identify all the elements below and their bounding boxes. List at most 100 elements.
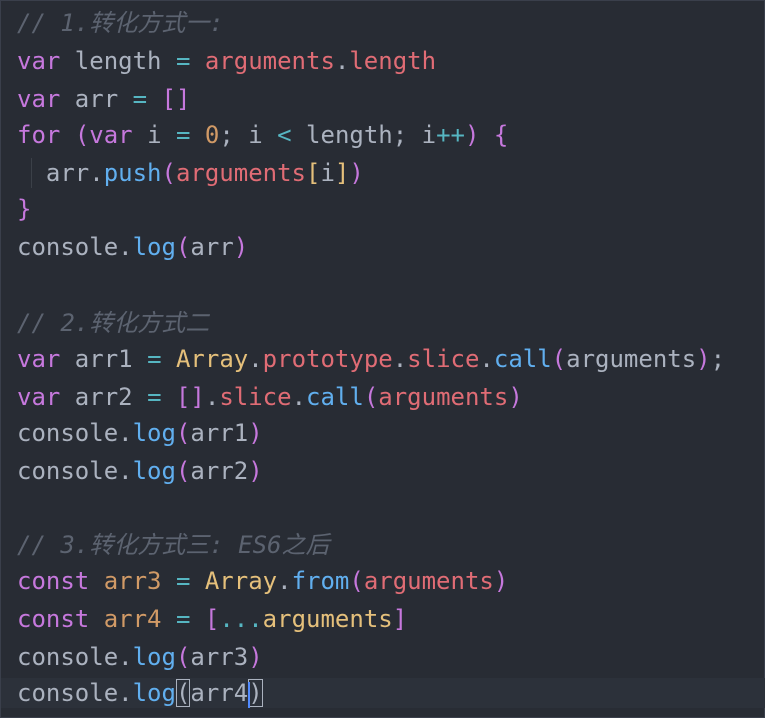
code-token: ; i	[219, 121, 278, 149]
code-line[interactable]: console.log(arr3)	[17, 642, 263, 672]
code-line[interactable]: console.log(arr1)	[17, 418, 263, 448]
code-token: length	[349, 47, 437, 75]
code-token: (	[175, 419, 191, 447]
code-line[interactable]: var length = arguments.length	[17, 46, 436, 76]
code-token: var	[17, 47, 61, 75]
code-token: .	[118, 679, 133, 707]
code-token: log	[132, 643, 176, 671]
code-token: []	[175, 383, 205, 411]
code-token: slice	[219, 383, 292, 411]
code-token: console	[17, 643, 119, 671]
code-token: // 1.转化方式一:	[17, 9, 224, 37]
code-line[interactable]: var arr2 = [].slice.call(arguments)	[17, 382, 523, 412]
code-line[interactable]: console.log(arr)	[17, 232, 248, 262]
code-token: )	[493, 567, 509, 595]
code-token: .	[118, 419, 133, 447]
code-line[interactable]: // 1.转化方式一:	[17, 8, 224, 38]
code-token: {	[493, 121, 509, 149]
code-token: arr	[17, 159, 90, 187]
code-token: console	[17, 419, 119, 447]
code-token: .	[248, 345, 263, 373]
code-token: arr1	[190, 419, 249, 447]
code-token: arr4	[190, 679, 249, 707]
code-token: =	[175, 567, 191, 595]
code-line[interactable]: // 2.转化方式二	[17, 308, 209, 338]
code-line[interactable]: var arr = []	[17, 84, 190, 114]
code-token: var	[17, 383, 61, 411]
code-token: const	[17, 567, 90, 595]
code-token: [	[306, 159, 321, 187]
code-token: .	[118, 643, 133, 671]
code-token: []	[161, 85, 191, 113]
code-line[interactable]: arr.push(arguments[i])	[17, 158, 364, 188]
code-line[interactable]: var arr1 = Array.prototype.slice.call(ar…	[17, 344, 725, 374]
code-token: (	[74, 121, 90, 149]
code-token: arguments	[378, 383, 509, 411]
code-token: console	[17, 457, 119, 485]
code-token: console	[17, 233, 119, 261]
code-token: ;	[710, 345, 726, 373]
code-token: (	[175, 679, 191, 707]
code-token: arr1	[60, 345, 148, 373]
code-token: )	[508, 383, 523, 411]
code-token: arr3	[190, 643, 249, 671]
code-token: ++	[436, 121, 465, 149]
code-token: length	[60, 47, 176, 75]
code-token: // 3.转化方式三: ES6之后	[17, 531, 330, 559]
code-line[interactable]: // 3.转化方式三: ES6之后	[17, 530, 330, 560]
code-editor[interactable]: // 1.转化方式一: var length = arguments.length…	[0, 0, 765, 718]
code-token: )	[696, 345, 711, 373]
code-token: (	[161, 159, 176, 187]
code-token: }	[17, 195, 32, 223]
code-token: ]	[392, 605, 408, 633]
code-token: )	[233, 233, 249, 261]
code-token: Array	[175, 345, 249, 373]
code-token: log	[132, 233, 176, 261]
code-token: =	[147, 383, 162, 411]
code-token: call	[306, 383, 364, 411]
code-line[interactable]: console.log(arr2)	[17, 456, 263, 486]
code-token: arr4	[103, 605, 162, 633]
code-token: =	[175, 605, 191, 633]
code-token: )	[349, 159, 364, 187]
code-line[interactable]: }	[17, 194, 31, 224]
code-token: =	[132, 85, 148, 113]
code-token: .	[291, 383, 307, 411]
code-token: .	[392, 345, 408, 373]
code-token: arr2	[190, 457, 249, 485]
code-token: =	[175, 121, 191, 149]
code-token: )	[248, 419, 263, 447]
code-token: .	[118, 233, 133, 261]
code-token: for	[17, 121, 61, 149]
code-line[interactable]: console.log(arr4)	[1, 678, 765, 708]
code-token: console	[17, 679, 119, 707]
code-token: Array	[204, 567, 278, 595]
code-line[interactable]: const arr3 = Array.from(arguments)	[17, 566, 508, 596]
code-token: log	[132, 457, 176, 485]
code-line[interactable]: const arr4 = [...arguments]	[17, 604, 407, 634]
code-token: slice	[407, 345, 480, 373]
code-token: arguments	[204, 47, 335, 75]
code-token: ]	[334, 159, 350, 187]
code-token: arguments	[262, 605, 393, 633]
code-token: 0	[204, 121, 220, 149]
code-token: arr	[190, 233, 234, 261]
code-token: from	[291, 567, 350, 595]
code-token: )	[248, 679, 263, 707]
code-token: .	[277, 567, 292, 595]
code-token: arr2	[60, 383, 148, 411]
code-line[interactable]: for (var i = 0; i < length; i++) {	[17, 120, 508, 150]
code-token: =	[147, 345, 162, 373]
code-token: arguments	[363, 567, 494, 595]
